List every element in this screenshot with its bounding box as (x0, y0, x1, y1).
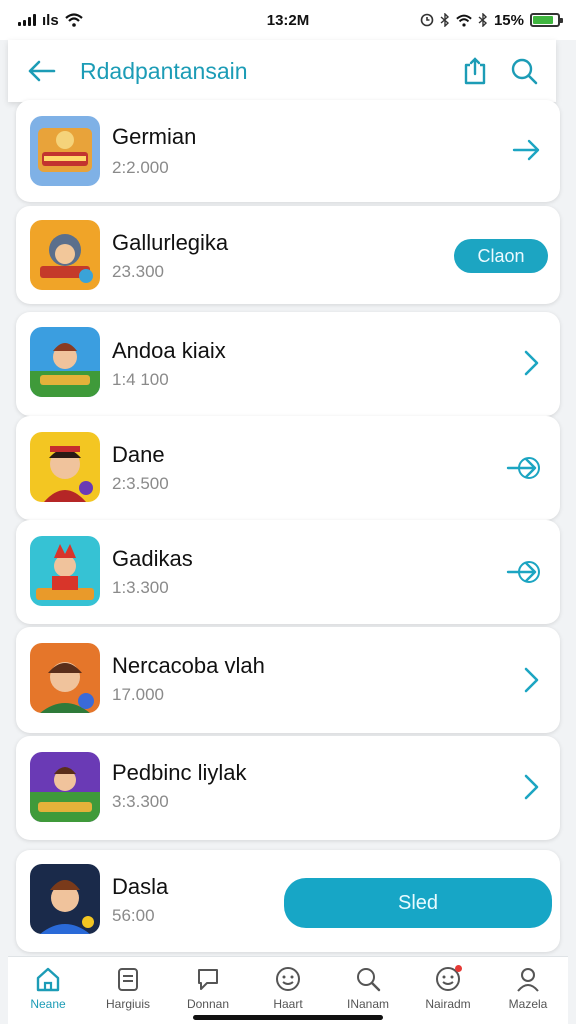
game-thumbnail-icon (30, 752, 100, 822)
item-name: Nercacoba vlah (112, 653, 265, 678)
battery-fill (533, 16, 554, 24)
nav-item-home[interactable]: Neane (8, 957, 88, 1024)
status-right: 15% (420, 11, 563, 29)
claon-button[interactable]: Claon (454, 239, 548, 273)
item-name: Gadikas (112, 546, 193, 571)
bluetooth-icon-2 (478, 13, 487, 27)
item-name: Andoa kiaix (112, 338, 226, 363)
item-count: 2:3.500 (112, 474, 169, 493)
carrier-text: ıls (42, 11, 59, 29)
list-item[interactable]: Andoa kiaix 1:4 100 (16, 312, 560, 416)
nav-item-inanam[interactable]: INanam (328, 957, 408, 1024)
game-thumbnail-icon (30, 864, 100, 934)
nav-label: Mazela (508, 997, 548, 1011)
game-thumbnail-icon (30, 327, 100, 397)
item-name: Pedbinc liylak (112, 760, 247, 785)
back-arrow-icon[interactable] (26, 59, 56, 83)
game-thumbnail-icon (30, 116, 100, 186)
game-thumbnail-icon (30, 220, 100, 290)
item-name: Germian (112, 124, 197, 149)
item-count: 17.000 (112, 685, 164, 704)
list-item[interactable]: Dane 2:3.500 (16, 416, 560, 520)
nav-item-donnan[interactable]: Donnan (168, 957, 248, 1024)
status-time: 13:2M (266, 11, 310, 29)
clipboard-icon (118, 968, 138, 991)
list-item[interactable]: Pedbinc liylak 3:3.300 (16, 736, 560, 840)
item-count: 23.300 (112, 262, 164, 281)
wifi-icon-2 (456, 14, 472, 27)
chat-icon (198, 969, 218, 990)
page-title: Rdadpantansain (80, 57, 248, 84)
alarm-icon (420, 13, 434, 27)
bluetooth-icon (440, 13, 449, 27)
list-item[interactable]: Dasla 56:00 Sled (16, 850, 560, 952)
list-item[interactable]: Gallurlegika 23.300 Claon (16, 206, 560, 304)
nav-item-nairadm[interactable]: Nairadm (408, 957, 488, 1024)
wifi-icon (64, 13, 83, 27)
battery-percent: 15% (493, 11, 524, 29)
chevron-right-icon[interactable] (520, 772, 542, 807)
status-left: ıls (18, 12, 83, 29)
list-item[interactable]: Germian 2:2.000 (16, 100, 560, 202)
cell-signal-icon (18, 14, 36, 26)
item-count: 1:4 100 (112, 370, 169, 389)
notification-dot (455, 965, 462, 972)
list-item[interactable]: Gadikas 1:3.300 (16, 520, 560, 624)
nav-label: Hargiuis (105, 997, 150, 1011)
header-actions (462, 57, 538, 85)
item-name: Dasla (112, 874, 169, 899)
search-icon[interactable] (510, 57, 538, 85)
game-thumbnail-icon (30, 643, 100, 713)
home-icon (36, 967, 60, 992)
nav-label: Donnan (186, 997, 230, 1011)
status-bar: ıls 13:2M 15% (0, 0, 576, 40)
profile-icon (517, 968, 539, 992)
smiley-icon (276, 967, 300, 991)
app-header: Rdadpantansain (8, 40, 556, 102)
list-item[interactable]: Nercacoba vlah 17.000 (16, 627, 560, 733)
arrow-right-icon[interactable] (512, 136, 542, 169)
arrow-in-icon[interactable] (506, 558, 542, 591)
nav-item-hargiuis[interactable]: Hargiuis (88, 957, 168, 1024)
nav-label: Nairadm (425, 997, 471, 1011)
chevron-right-icon[interactable] (520, 665, 542, 700)
item-count: 2:2.000 (112, 158, 169, 177)
item-count: 3:3.300 (112, 792, 169, 811)
share-icon[interactable] (462, 57, 488, 85)
nav-item-haart[interactable]: Haart (248, 957, 328, 1024)
search-icon (357, 968, 381, 992)
item-name: Gallurlegika (112, 230, 229, 255)
battery-icon (530, 13, 563, 27)
sled-button[interactable]: Sled (284, 878, 552, 928)
game-thumbnail-icon (30, 536, 100, 606)
game-thumbnail-icon (30, 432, 100, 502)
nav-label: INanam (346, 997, 390, 1011)
item-count: 1:3.300 (112, 578, 169, 597)
nav-item-mazela[interactable]: Mazela (488, 957, 568, 1024)
nav-label: Haart (273, 997, 303, 1011)
item-count: 56:00 (112, 906, 155, 925)
item-name: Dane (112, 442, 165, 467)
home-indicator (193, 1015, 383, 1020)
nav-label: Neane (30, 997, 66, 1011)
bottom-nav: Neane Hargiuis Donnan Haart INanam Naira… (8, 956, 568, 1024)
chevron-right-icon[interactable] (520, 348, 542, 383)
arrow-in-icon[interactable] (506, 454, 542, 487)
